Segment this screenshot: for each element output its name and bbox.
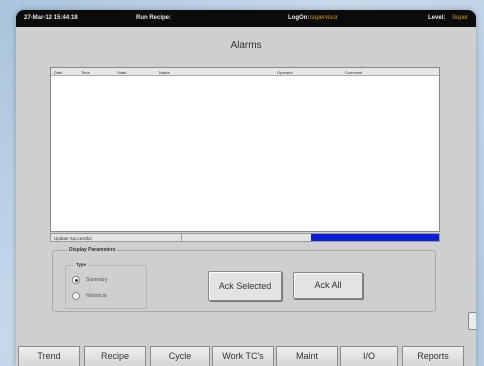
type-label: Type <box>74 262 89 267</box>
tab-maint[interactable]: Maint <box>276 346 338 366</box>
alarm-grid[interactable]: Date Time State Name Operator Comment <box>50 67 440 232</box>
display-parameters-label: Display Parameters <box>67 247 118 253</box>
nav-tabs: Trend Recipe Cycle Work TC's Maint I/O R… <box>0 346 464 366</box>
recipe-label: Run Recipe: <box>136 15 172 21</box>
display-parameters-group: Display Parameters Type Summary Historic… <box>52 247 436 312</box>
progress-bar <box>311 234 439 241</box>
column-header-name[interactable]: Name <box>159 70 170 75</box>
status-divider <box>181 234 182 241</box>
tab-cycle[interactable]: Cycle <box>150 346 210 366</box>
status-header: 27-Mar-12 15:44:18 Run Recipe: LogOn: su… <box>16 10 476 27</box>
summary-label: Summary <box>86 277 108 283</box>
ack-selected-button[interactable]: Ack Selected <box>208 271 282 301</box>
column-header-operator[interactable]: Operator <box>277 70 293 75</box>
tab-work-tcs[interactable]: Work TC's <box>212 346 274 366</box>
logon-user: supervisor <box>310 15 338 21</box>
tab-reports[interactable]: Reports <box>402 346 464 366</box>
tab-io[interactable]: I/O <box>340 346 398 366</box>
status-bar: Update Successful <box>50 233 440 242</box>
column-header-state[interactable]: State <box>117 70 126 75</box>
status-message: Update Successful <box>54 236 92 241</box>
historical-label: Historical <box>86 293 107 299</box>
grid-header: Date Time State Name Operator Comment <box>51 68 439 76</box>
page-title: Alarms <box>230 40 262 51</box>
logon-label: LogOn: <box>288 15 310 21</box>
level-value: Super <box>452 15 469 21</box>
hmi-screen: 27-Mar-12 15:44:18 Run Recipe: LogOn: su… <box>16 10 476 366</box>
tab-trend[interactable]: Trend <box>18 346 80 366</box>
column-header-comment[interactable]: Comment <box>345 70 362 75</box>
summary-radio[interactable] <box>72 276 80 284</box>
tab-recipe[interactable]: Recipe <box>84 346 146 366</box>
ack-all-button[interactable]: Ack All <box>293 272 363 299</box>
datetime: 27-Mar-12 15:44:18 <box>24 15 78 21</box>
historical-radio[interactable] <box>72 292 80 300</box>
level-label: Level: <box>428 15 446 21</box>
column-header-time[interactable]: Time <box>81 70 90 75</box>
side-button[interactable] <box>468 312 476 330</box>
type-group: Type Summary Historical <box>65 262 147 309</box>
column-header-date[interactable]: Date <box>54 70 62 75</box>
